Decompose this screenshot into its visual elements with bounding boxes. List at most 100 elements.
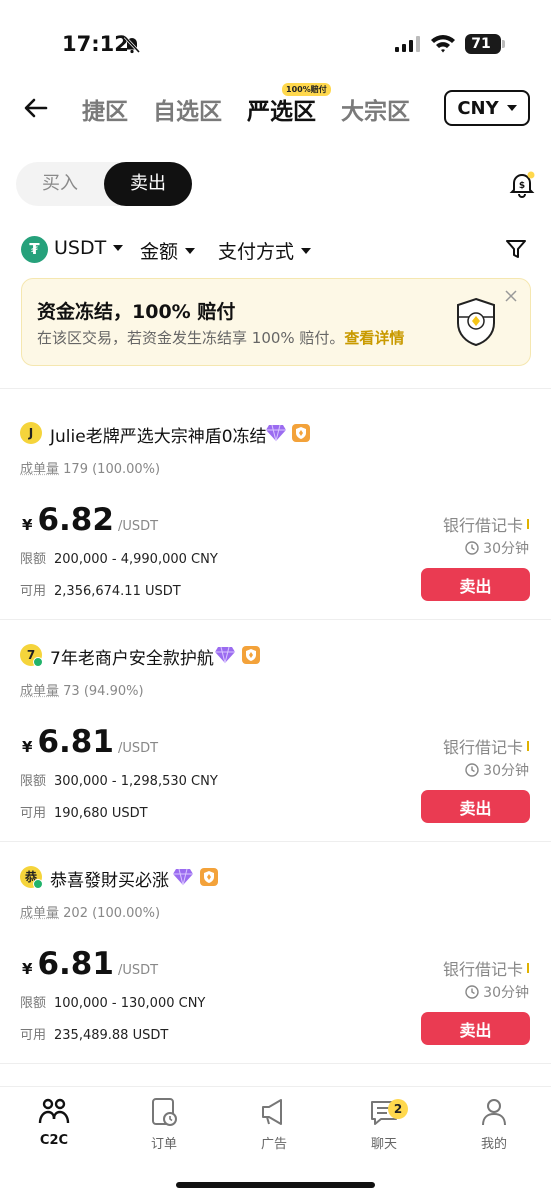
available-label: 可用 xyxy=(20,1028,47,1043)
buy-sell-toggle: 买入 卖出 xyxy=(16,162,192,206)
tab-favorites[interactable]: 自选区 xyxy=(153,92,222,126)
coin-filter[interactable]: USDT xyxy=(54,237,124,259)
price-unit: /USDT xyxy=(117,963,159,978)
nav-c2c[interactable]: C2C xyxy=(14,1095,94,1148)
time-limit-value: 30分钟 xyxy=(483,985,529,1001)
online-status-dot xyxy=(33,657,43,667)
orders-label: 成单量 xyxy=(20,462,60,477)
chevron-down-icon xyxy=(113,245,124,251)
currency-symbol: ¥ xyxy=(22,516,33,534)
filter-bar: ₮ USDT 金额 支付方式 xyxy=(0,230,551,270)
orders-label: 成单量 xyxy=(20,684,60,699)
available-value: 2,356,674.11 USDT xyxy=(54,584,181,599)
time-limit: 30分钟 xyxy=(465,538,529,558)
price: ¥ 6.81 /USDT xyxy=(22,946,158,982)
limit-label: 限额 xyxy=(20,552,47,567)
nav-label: 广告 xyxy=(260,1137,287,1152)
available-value: 235,489.88 USDT xyxy=(54,1028,169,1043)
chevron-down-icon xyxy=(506,105,517,111)
nav-ads[interactable]: 广告 xyxy=(234,1095,314,1152)
listing-item: 恭 恭喜發財买必涨 成单量 202 (100.00%) ¥ 6.81 /USDT… xyxy=(0,842,551,1064)
details-link[interactable]: 查看详情 xyxy=(344,329,404,347)
currency-symbol: ¥ xyxy=(22,738,33,756)
price-value: 6.81 xyxy=(37,946,114,982)
nav-label: 聊天 xyxy=(370,1137,397,1152)
diamond-icon xyxy=(266,424,286,442)
limit-label: 限额 xyxy=(20,774,47,789)
price-unit: /USDT xyxy=(117,741,159,756)
header: 捷区 自选区 严选区 100%赔付 大宗区 CNY xyxy=(0,80,551,140)
back-arrow-icon[interactable] xyxy=(22,94,50,122)
megaphone-icon xyxy=(262,1099,282,1125)
buy-tab[interactable]: 买入 xyxy=(16,162,104,206)
orders-icon xyxy=(152,1098,177,1126)
funnel-icon[interactable] xyxy=(505,238,527,260)
available: 可用 2,356,674.11 USDT xyxy=(20,580,181,599)
payment-method-label: 银行借记卡 xyxy=(442,960,523,979)
time-limit-value: 30分钟 xyxy=(483,763,529,779)
nav-label: C2C xyxy=(39,1133,69,1148)
c2c-icon xyxy=(38,1098,70,1124)
listing-item: 7 7年老商户安全款护航 成单量 73 (94.90%) ¥ 6.81 /USD… xyxy=(0,620,551,842)
payment-method-label: 银行借记卡 xyxy=(442,516,523,535)
orders-value: 179 (100.00%) xyxy=(63,462,161,477)
orders-stat: 成单量 73 (94.90%) xyxy=(20,680,144,699)
limit-value: 200,000 - 4,990,000 CNY xyxy=(54,552,218,567)
shield-icon xyxy=(457,297,495,347)
chevron-down-icon xyxy=(185,247,196,254)
divider xyxy=(0,388,551,389)
merchant-name[interactable]: 恭喜發財买必涨 xyxy=(50,866,169,891)
amount-filter-label: 金额 xyxy=(140,241,179,263)
price: ¥ 6.82 /USDT xyxy=(22,502,158,538)
payment-method: 银行借记卡 xyxy=(443,734,529,758)
available: 可用 190,680 USDT xyxy=(20,802,148,821)
limit-value: 300,000 - 1,298,530 CNY xyxy=(54,774,218,789)
clock-icon xyxy=(465,985,479,999)
tab-quick[interactable]: 捷区 xyxy=(82,92,128,126)
payment-color-bar xyxy=(527,519,529,529)
sell-button[interactable]: 卖出 xyxy=(421,568,530,601)
payment-method: 银行借记卡 xyxy=(443,512,529,536)
payment-method: 银行借记卡 xyxy=(443,956,529,980)
payment-filter-label: 支付方式 xyxy=(218,241,295,263)
merchant-avatar[interactable]: J xyxy=(20,422,42,444)
nav-profile[interactable]: 我的 xyxy=(454,1095,534,1152)
compensation-badge: 100%赔付 xyxy=(282,83,331,96)
available-label: 可用 xyxy=(20,806,47,821)
sell-button[interactable]: 卖出 xyxy=(421,790,530,823)
profile-icon xyxy=(482,1099,506,1126)
wifi-icon xyxy=(431,35,455,53)
tab-bulk[interactable]: 大宗区 xyxy=(341,92,410,126)
battery-icon: 71 xyxy=(465,34,501,54)
sell-tab[interactable]: 卖出 xyxy=(104,162,192,206)
usdt-icon: ₮ xyxy=(21,236,48,263)
nav-chat[interactable]: 2 聊天 xyxy=(344,1095,424,1152)
currency-label: CNY xyxy=(457,97,499,119)
currency-select[interactable]: CNY xyxy=(444,90,530,126)
home-indicator xyxy=(176,1182,375,1188)
battery-level: 71 xyxy=(471,36,491,52)
limit-value: 100,000 - 130,000 CNY xyxy=(54,996,206,1011)
amount-filter[interactable]: 金额 xyxy=(140,237,196,264)
diamond-icon xyxy=(215,646,235,664)
payment-filter[interactable]: 支付方式 xyxy=(218,237,312,264)
diamond-icon xyxy=(173,868,193,886)
limit: 限额 200,000 - 4,990,000 CNY xyxy=(20,548,218,567)
clock-icon xyxy=(465,541,479,555)
nav-orders[interactable]: 订单 xyxy=(124,1095,204,1152)
payment-method-label: 银行借记卡 xyxy=(442,738,523,757)
compensation-banner: 资金冻结，100% 赔付 在该区交易，若资金发生冻结享 100% 赔付。查看详情 xyxy=(21,278,531,366)
limit-label: 限额 xyxy=(20,996,47,1011)
orders-stat: 成单量 202 (100.00%) xyxy=(20,902,160,921)
merchant-name[interactable]: Julie老牌严选大宗神盾0冻结 xyxy=(50,422,267,447)
payment-color-bar xyxy=(527,963,529,973)
price-alert-bell-icon[interactable]: $ xyxy=(508,170,536,198)
close-icon[interactable] xyxy=(504,289,518,303)
sell-button[interactable]: 卖出 xyxy=(421,1012,530,1045)
orders-value: 202 (100.00%) xyxy=(63,906,161,921)
status-bar: 17:12 71 xyxy=(0,0,551,80)
payment-color-bar xyxy=(527,741,529,751)
banner-title: 资金冻结，100% 赔付 xyxy=(37,301,236,323)
tab-selected[interactable]: 严选区 xyxy=(247,92,316,126)
merchant-name[interactable]: 7年老商户安全款护航 xyxy=(50,644,214,669)
